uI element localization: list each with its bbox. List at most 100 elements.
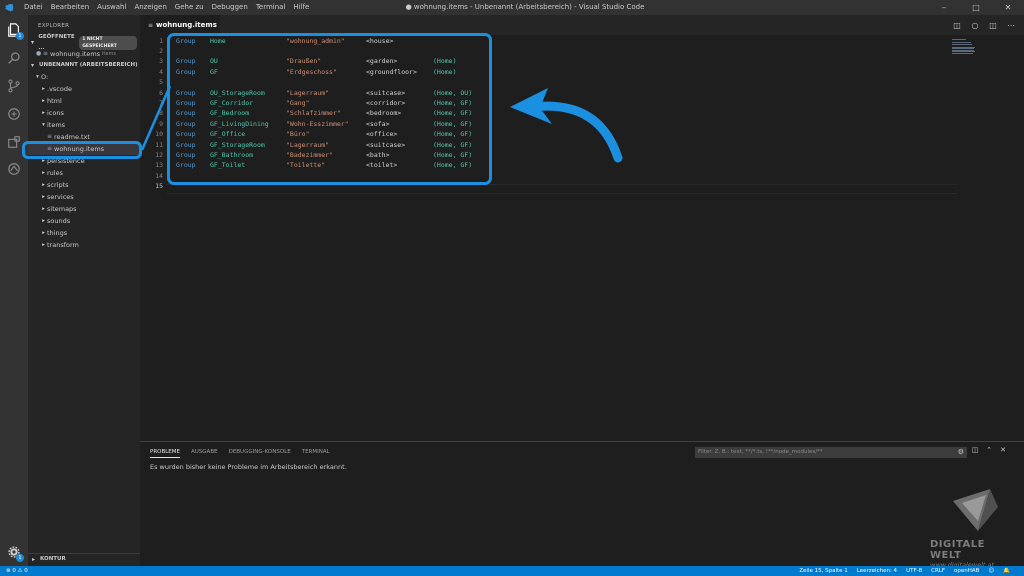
openhab-icon[interactable]	[0, 156, 28, 182]
settings-badge: 1	[16, 554, 24, 562]
line-number: 14	[155, 171, 163, 180]
chevron-right-icon: ▸	[42, 230, 45, 236]
encoding[interactable]: UTF-8	[906, 566, 922, 576]
problems-message: Es wurden bisher keine Probleme im Arbei…	[150, 463, 347, 471]
language-mode[interactable]: openHAB	[954, 566, 979, 576]
tree-folder-rules[interactable]: ▸ rules	[28, 167, 140, 179]
notifications-bell-icon[interactable]: 🔔	[1003, 566, 1010, 576]
activity-bar: 1 1	[0, 15, 28, 566]
minimize-button[interactable]: –	[928, 0, 960, 15]
chevron-right-icon: ▸	[42, 110, 45, 116]
editor-tab-bar: ≡ wohnung.items ◫ ○ ◫ ⋯	[140, 15, 1024, 35]
folder-label: html	[47, 97, 62, 105]
tree-folder-html[interactable]: ▸ html	[28, 95, 140, 107]
file-highlight-frame	[22, 141, 142, 159]
filter-settings-icon[interactable]: ⚙	[958, 447, 964, 458]
minimap[interactable]	[952, 39, 976, 55]
warning-count: 0	[24, 568, 28, 574]
open-changes-icon[interactable]: ◫	[948, 21, 966, 30]
source-control-icon[interactable]	[0, 73, 28, 99]
debug-icon[interactable]	[0, 101, 28, 127]
menu-anzeigen[interactable]: Anzeigen	[130, 0, 170, 15]
tab-terminal[interactable]: TERMINAL	[302, 447, 330, 458]
warning-icon: ⚠	[17, 568, 23, 574]
search-icon[interactable]	[0, 45, 28, 71]
collapse-all-icon[interactable]: ◫	[968, 446, 982, 454]
error-count: 0	[12, 568, 16, 574]
line-ending[interactable]: CRLF	[931, 566, 945, 576]
open-editors-section[interactable]: ▾ GEÖFFNETE ... 1 NICHT GESPEICHERT	[28, 34, 140, 51]
filter-placeholder: Filter. Z. B.: text, **/*.ts, !**/node_m…	[698, 449, 823, 455]
tree-folder-services[interactable]: ▸ services	[28, 191, 140, 203]
explorer-icon[interactable]: 1	[0, 17, 28, 43]
open-editor-filename: wohnung.items	[50, 50, 101, 58]
close-button[interactable]: ✕	[992, 0, 1024, 15]
outline-section[interactable]: ▸ KONTUR	[28, 553, 140, 566]
workspace-section[interactable]: ▾ UNBENANNT (ARBEITSBEREICH)	[28, 60, 140, 71]
menu-bearbeiten[interactable]: Bearbeiten	[47, 0, 93, 15]
line-number: 3	[159, 57, 163, 66]
tree-folder-icons[interactable]: ▸ icons	[28, 107, 140, 119]
chevron-right-icon: ▸	[32, 556, 36, 563]
panel-actions: ◫ ⌃ ✕	[968, 446, 1010, 454]
open-editor-folder: items	[102, 51, 116, 57]
feedback-icon[interactable]: ☺	[988, 566, 994, 576]
tab-wohnung-items[interactable]: ≡ wohnung.items	[140, 15, 220, 35]
maximize-panel-icon[interactable]: ⌃	[982, 446, 996, 454]
settings-gear-icon[interactable]: 1	[0, 539, 28, 565]
line-number: 8	[159, 109, 163, 118]
chevron-right-icon: ▸	[42, 170, 45, 176]
watermark: DIGITALE WELT www.digitalewelt.at	[930, 485, 1020, 569]
file-icon: ≡	[43, 50, 49, 57]
chevron-right-icon: ▸	[42, 98, 45, 104]
menu-auswahl[interactable]: Auswahl	[93, 0, 130, 15]
explorer-sidebar: EXPLORER ▾ GEÖFFNETE ... 1 NICHT GESPEIC…	[28, 15, 140, 566]
line-number: 12	[155, 150, 163, 159]
workspace-label: UNBENANNT (ARBEITSBEREICH)	[39, 62, 138, 68]
tree-folder-items[interactable]: ▾ items	[28, 119, 140, 131]
folder-label: icons	[47, 109, 64, 117]
code-highlight-frame	[167, 33, 492, 185]
chevron-down-icon: ▾	[36, 74, 39, 80]
maximize-button[interactable]: □	[960, 0, 992, 15]
outline-label: KONTUR	[40, 556, 66, 562]
chevron-down-icon: ▾	[42, 122, 45, 128]
problems-status[interactable]: ⊗ 0 ⚠ 0	[6, 566, 28, 576]
tab-probleme[interactable]: PROBLEME	[150, 447, 181, 458]
more-actions-icon[interactable]: ⋯	[1002, 21, 1020, 30]
line-number: 11	[155, 140, 163, 149]
tree-folder-scripts[interactable]: ▸ scripts	[28, 179, 140, 191]
folder-label: transform	[47, 241, 79, 249]
menu-debuggen[interactable]: Debuggen	[208, 0, 252, 15]
tab-debugging-konsole[interactable]: DEBUGGING-KONSOLE	[229, 447, 291, 458]
line-number: 2	[159, 46, 163, 55]
file-icon: ≡	[148, 21, 154, 29]
tree-folder-transform[interactable]: ▸ transform	[28, 239, 140, 251]
menu-hilfe[interactable]: Hilfe	[289, 0, 313, 15]
problems-filter-input[interactable]: Filter. Z. B.: text, **/*.ts, !**/node_m…	[695, 447, 967, 458]
menu-bar: Datei Bearbeiten Auswahl Anzeigen Gehe z…	[20, 0, 313, 15]
tree-folder-sounds[interactable]: ▸ sounds	[28, 215, 140, 227]
tab-label: wohnung.items	[156, 21, 217, 29]
cursor-position[interactable]: Zeile 15, Spalte 1	[799, 566, 848, 576]
tree-folder-things[interactable]: ▸ things	[28, 227, 140, 239]
open-editor-item[interactable]: ● ≡ wohnung.items items	[28, 48, 140, 60]
folder-label: services	[47, 193, 74, 201]
vscode-logo-icon	[2, 0, 16, 15]
folder-label: rules	[47, 169, 63, 177]
line-number: 6	[159, 88, 163, 97]
menu-terminal[interactable]: Terminal	[252, 0, 290, 15]
tree-folder-vscode[interactable]: ▸ .vscode	[28, 83, 140, 95]
openhab-preview-icon[interactable]: ○	[966, 21, 984, 30]
split-editor-icon[interactable]: ◫	[984, 21, 1002, 30]
menu-datei[interactable]: Datei	[20, 0, 47, 15]
tree-folder-sitemaps[interactable]: ▸ sitemaps	[28, 203, 140, 215]
folder-label: sounds	[47, 217, 71, 225]
chevron-right-icon: ▸	[42, 182, 45, 188]
indentation[interactable]: Leerzeichen: 4	[857, 566, 897, 576]
chevron-down-icon: ▾	[31, 39, 35, 46]
tree-root[interactable]: ▾ O:	[28, 71, 140, 83]
tab-ausgabe[interactable]: AUSGABE	[191, 447, 218, 458]
close-panel-icon[interactable]: ✕	[996, 446, 1010, 454]
menu-gehe-zu[interactable]: Gehe zu	[171, 0, 208, 15]
